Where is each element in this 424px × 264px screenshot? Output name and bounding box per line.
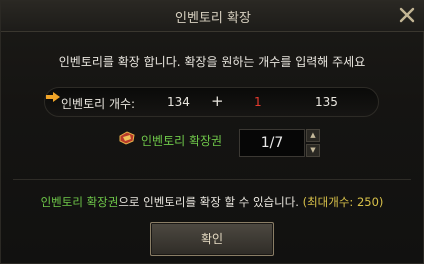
plus-sign: + xyxy=(211,92,224,110)
title-bar: 인벤토리 확장 xyxy=(1,1,424,32)
close-icon-glyph xyxy=(399,7,415,23)
inventory-count-label: 인벤토리 개수: xyxy=(61,97,136,111)
dialog-title: 인벤토리 확장 xyxy=(175,11,251,26)
quantity-stepper: ▲ ▼ xyxy=(306,129,320,157)
footnote-item-name: 인벤토리 확장권 xyxy=(40,195,119,209)
footnote-text: 으로 인벤토리를 확장 할 수 있습니다. xyxy=(118,195,299,209)
decrement-button[interactable]: ▼ xyxy=(306,144,320,157)
increment-button[interactable]: ▲ xyxy=(306,129,320,142)
result-count: 135 xyxy=(315,95,338,109)
instruction-text: 인벤토리를 확장 합니다. 확장을 원하는 개수를 입력해 주세요 xyxy=(58,55,366,69)
close-icon[interactable] xyxy=(397,4,417,26)
inventory-expand-dialog: 인벤토리 확장 인벤토리를 확장 합니다. 확장을 원하는 개수를 입력해 주세… xyxy=(0,0,424,264)
right-arrow-icon xyxy=(46,92,60,102)
added-count: 1 xyxy=(254,95,262,109)
divider xyxy=(13,179,411,180)
ticket-icon xyxy=(119,131,135,145)
info-footnote: 인벤토리 확장권으로 인벤토리를 확장 할 수 있습니다. (최대개수: 250… xyxy=(1,194,423,210)
quantity-input[interactable]: 1/7 xyxy=(239,129,305,157)
confirm-button[interactable]: 확인 xyxy=(150,222,274,256)
inventory-count-bar: 인벤토리 개수: 134 + 1 135 xyxy=(44,87,379,117)
footnote-max-count: (최대개수: 250) xyxy=(302,195,384,209)
current-count: 134 xyxy=(167,95,190,109)
expansion-ticket-label: 인벤토리 확장권 xyxy=(141,134,223,148)
